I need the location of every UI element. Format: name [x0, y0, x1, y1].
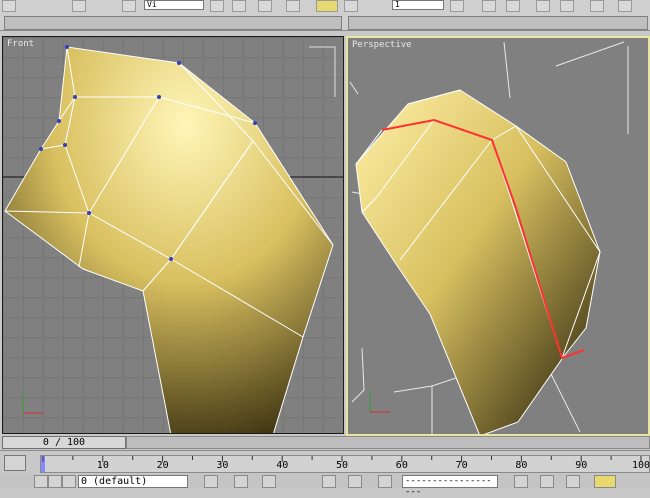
ruler-label: 100 — [632, 460, 650, 471]
zoom-combo[interactable]: 1 — [392, 0, 444, 10]
reference-coord-combo[interactable]: Vi — [144, 0, 204, 10]
z-axis-icon[interactable] — [566, 475, 580, 488]
new-layer-icon[interactable] — [62, 475, 76, 488]
slider-track[interactable] — [126, 436, 650, 449]
y-axis-icon[interactable] — [540, 475, 554, 488]
freeze-icon[interactable] — [48, 475, 62, 488]
persp-axis-tripod-icon — [369, 390, 390, 413]
layer-manager-icon[interactable] — [536, 0, 550, 12]
link-icon[interactable] — [72, 0, 86, 12]
select-scale-icon[interactable] — [344, 0, 358, 12]
select-region-icon[interactable] — [232, 0, 246, 12]
toolbar-scroll-strip-right — [348, 16, 648, 30]
align-icon[interactable] — [506, 0, 520, 12]
ruler-label: 50 — [336, 460, 349, 471]
create-icon[interactable] — [234, 475, 248, 488]
perspective-mesh — [349, 41, 629, 434]
time-slider[interactable]: 0 / 100 — [0, 436, 650, 450]
ruler-label: 60 — [395, 460, 408, 471]
x-axis-icon[interactable] — [514, 475, 528, 488]
select-move-icon[interactable] — [286, 0, 300, 12]
select-icon[interactable] — [2, 0, 16, 12]
ruler-label: 10 — [96, 460, 109, 471]
snap-icon[interactable] — [450, 0, 464, 12]
curve-editor-icon[interactable] — [560, 0, 574, 12]
ruler-label: 40 — [276, 460, 289, 471]
track-bar[interactable]: 10 20 30 40 50 60 70 80 90 100 — [0, 450, 650, 475]
ruler-label: 80 — [515, 460, 528, 471]
selection-set-combo[interactable]: ------------------- — [402, 475, 498, 497]
ruler-label: 90 — [575, 460, 588, 471]
perspective-viewport[interactable]: Perspective — [346, 36, 650, 436]
ruler-label: 30 — [216, 460, 229, 471]
unlink-icon[interactable] — [122, 0, 136, 12]
front-viewport[interactable]: Front — [2, 36, 344, 434]
ruler-label: 20 — [156, 460, 169, 471]
render-icon[interactable] — [618, 0, 632, 12]
status-bar: 0 (default) ------------------- — [0, 474, 650, 497]
xy-plane-icon[interactable] — [594, 475, 616, 488]
main-toolbar: Vi 1 — [0, 0, 650, 31]
move-gizmo-icon[interactable] — [348, 475, 362, 488]
layer-visibility-icon[interactable] — [34, 475, 48, 488]
hierarchy-icon[interactable] — [378, 475, 392, 488]
front-viewport-label[interactable]: Front — [7, 39, 34, 49]
toolbar-scroll-strip-left — [4, 16, 342, 30]
sunlight-icon[interactable] — [204, 475, 218, 488]
layer-combo[interactable]: 0 (default) — [78, 475, 188, 488]
perspective-viewport-label[interactable]: Perspective — [352, 40, 412, 50]
select-by-name-icon[interactable] — [210, 0, 224, 12]
ruler-label: 70 — [455, 460, 468, 471]
frame-counter[interactable]: 0 / 100 — [2, 436, 126, 449]
frame-ruler[interactable]: 10 20 30 40 50 60 70 80 90 100 — [40, 455, 650, 473]
window-crossing-icon[interactable] — [258, 0, 272, 12]
mirror-icon[interactable] — [482, 0, 496, 12]
display-icon[interactable] — [262, 475, 276, 488]
select-rotate-icon[interactable] — [316, 0, 338, 12]
box-mode-icon[interactable] — [322, 475, 336, 488]
material-editor-icon[interactable] — [590, 0, 604, 12]
track-view-icon[interactable] — [4, 455, 26, 471]
front-mesh — [3, 37, 343, 433]
